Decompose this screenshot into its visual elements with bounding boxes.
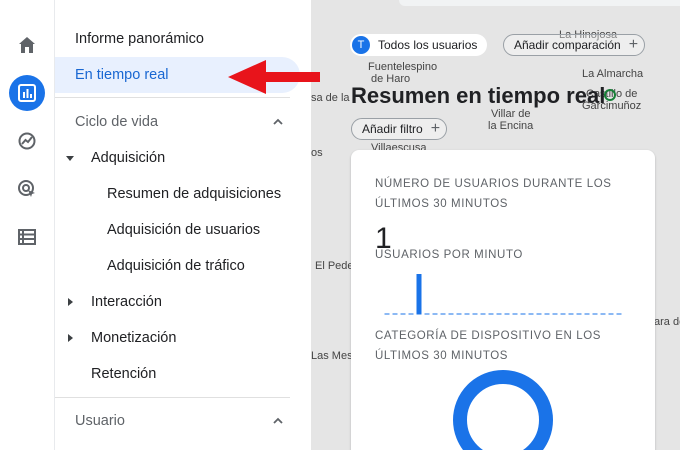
add-comparison-button[interactable]: Añadir comparación + [503,34,646,56]
plus-icon: + [430,120,441,137]
nav-item-label: Adquisición de tráfico [107,258,245,274]
nav-section-lifecycle[interactable]: Ciclo de vida [55,104,300,140]
reports-icon[interactable] [9,75,45,111]
nav-item-engagement[interactable]: Interacción [55,284,300,320]
top-search-bar[interactable] [399,0,680,6]
explore-icon[interactable] [9,123,45,159]
add-filter-button[interactable]: Añadir filtro + [351,118,448,140]
nav-item-label: Interacción [91,294,162,310]
chevron-up-icon [273,118,283,125]
nav-item-label: Monetización [91,330,177,346]
advertising-icon[interactable] [9,171,45,207]
page-title: Resumen en tiempo real [351,83,606,108]
nav-divider [55,397,290,398]
home-icon[interactable] [9,27,45,63]
nav-item-retention[interactable]: Retención [55,356,300,392]
icon-rail [0,0,55,450]
caret-down-icon [66,156,74,161]
users-per-minute-chart [384,274,622,315]
caret-right-icon [68,334,73,342]
nav-item-label: En tiempo real [75,67,169,83]
map-label: la Encina [488,120,534,132]
map-label: os [311,147,323,159]
nav-item-user-acquisition[interactable]: Adquisición de usuarios [55,212,300,248]
chevron-up-icon [273,417,283,424]
add-comparison-label: Añadir comparación [514,38,621,52]
add-filter-label: Añadir filtro [362,122,423,136]
nav-item-label: Adquisición de usuarios [107,222,261,238]
realtime-users-card: NÚMERO DE USUARIOS DURANTE LOS ÚLTIMOS 3… [351,150,655,450]
plus-icon: + [628,36,639,53]
realtime-map-area: La Hinojosa Fuentelespino de Haro La Alm… [311,0,680,450]
users-per-minute-title: USUARIOS POR MINUTO [375,249,523,261]
nav-item-monetization[interactable]: Monetización [55,320,300,356]
segment-badge: T [352,36,370,54]
nav-item-label: Resumen de adquisiciones [107,186,282,202]
nav-section-user[interactable]: Usuario [55,403,300,439]
nav-section-label: Usuario [75,413,125,429]
nav-item-label: Adquisición [91,150,166,166]
map-label: Las Mes [311,350,353,362]
users-30min-title: NÚMERO DE USUARIOS DURANTE LOS ÚLTIMOS 3… [375,178,612,210]
nav-item-label: Informe panorámico [75,31,204,47]
segment-chip-all-users[interactable]: T Todos los usuarios [350,34,488,56]
map-pin-icon [604,89,616,101]
nav-item-label: Retención [91,366,157,382]
map-label: Fuentelespino [368,61,438,73]
map-label: Villar de [491,108,531,120]
segment-label: Todos los usuarios [378,38,478,52]
nav-item-acquisition[interactable]: Adquisición [55,140,300,176]
map-label: La Almarcha [582,68,644,80]
nav-section-label: Ciclo de vida [75,114,159,130]
nav-item-acquisition-overview[interactable]: Resumen de adquisiciones [55,176,300,212]
map-label: ara de [654,316,680,328]
nav-item-traffic-acquisition[interactable]: Adquisición de tráfico [55,248,300,284]
device-category-donut [453,370,553,450]
annotation-arrow-icon [228,60,320,94]
device-category-title: CATEGORÍA DE DISPOSITIVO EN LOS ÚLTIMOS … [375,330,602,362]
map-label: El Pede [315,260,354,272]
configure-icon[interactable] [9,219,45,255]
nav-item-overview[interactable]: Informe panorámico [55,21,300,57]
chart-bar [416,274,422,314]
caret-right-icon [68,298,73,306]
